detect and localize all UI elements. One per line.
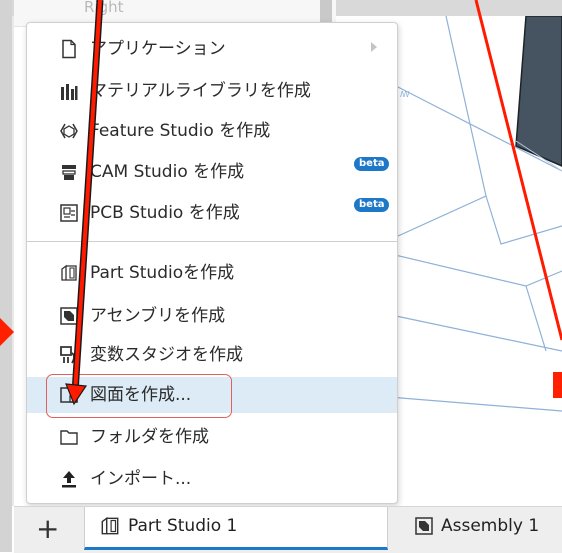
window-left-inner-edge	[12, 16, 14, 506]
menu-item-label: アプリケーション	[90, 39, 226, 59]
beta-badge: beta	[354, 198, 390, 212]
plane-outline	[525, 285, 547, 352]
menu-item-part-studio[interactable]: Part Studioを作成	[27, 255, 397, 291]
create-menu: アプリケーション マテリアルライブラリを作成 Feature Studio を作…	[26, 22, 398, 504]
menu-item-label: Feature Studio を作成	[90, 121, 271, 141]
tab-label: Assembly 1	[441, 516, 540, 536]
plane-mark-icon: ꟿ	[400, 90, 410, 99]
menu-item-feature-studio[interactable]: Feature Studio を作成	[27, 113, 397, 149]
menu-item-import[interactable]: インポート...	[27, 461, 397, 497]
menu-item-label: CAM Studio を作成	[90, 162, 245, 182]
folder-icon	[60, 430, 78, 445]
annotation-arrow-left	[0, 318, 14, 346]
menu-item-application[interactable]: アプリケーション	[27, 31, 397, 67]
solid-body-top	[515, 16, 562, 167]
part-studio-icon	[101, 516, 119, 535]
assembly-icon	[60, 307, 78, 325]
assembly-icon	[415, 517, 433, 535]
menu-item-label: PCB Studio を作成	[90, 203, 240, 223]
document-icon	[62, 39, 76, 59]
menu-item-label: 変数スタジオを作成	[90, 345, 243, 365]
tab-assembly-1[interactable]: Assembly 1	[402, 507, 562, 547]
plane-outline	[375, 395, 562, 412]
part-studio-icon	[61, 264, 77, 281]
menu-item-label: フォルダを作成	[90, 427, 209, 447]
tab-bar: + Part Studio 1 Assembly 1	[14, 506, 562, 553]
menu-divider	[27, 241, 397, 242]
feature-studio-icon	[60, 123, 78, 139]
annotation-highlight-box	[46, 374, 232, 418]
menu-item-cam-studio[interactable]: CAM Studio を作成 beta	[27, 154, 397, 190]
cam-studio-icon	[62, 165, 76, 180]
variable-studio-icon	[60, 346, 75, 364]
menu-item-variable-studio[interactable]: 変数スタジオを作成	[27, 337, 397, 373]
menu-item-label: インポート...	[90, 469, 192, 489]
menu-item-material-library[interactable]: マテリアルライブラリを作成	[27, 73, 397, 109]
view-list-scrollbar[interactable]	[320, 0, 332, 24]
beta-badge: beta	[354, 157, 390, 171]
pcb-studio-icon	[60, 204, 78, 222]
import-icon	[62, 471, 76, 488]
view-list-item-label: Right	[84, 0, 124, 16]
chevron-right-icon	[371, 42, 377, 52]
menu-item-pcb-studio[interactable]: PCB Studio を作成 beta	[27, 195, 397, 231]
add-tab-button[interactable]: +	[36, 515, 59, 543]
tab-part-studio-1[interactable]: Part Studio 1	[84, 507, 388, 550]
menu-item-folder[interactable]: フォルダを作成	[27, 419, 397, 455]
menu-item-assembly[interactable]: アセンブリを作成	[27, 298, 397, 334]
window-left-edge	[0, 0, 12, 552]
menu-item-label: アセンブリを作成	[90, 306, 226, 326]
material-library-icon	[61, 84, 78, 100]
tab-label: Part Studio 1	[128, 516, 238, 536]
menu-item-label: マテリアルライブラリを作成	[90, 81, 311, 101]
menu-item-label: Part Studioを作成	[90, 263, 235, 283]
annotation-bar-right	[553, 372, 562, 398]
